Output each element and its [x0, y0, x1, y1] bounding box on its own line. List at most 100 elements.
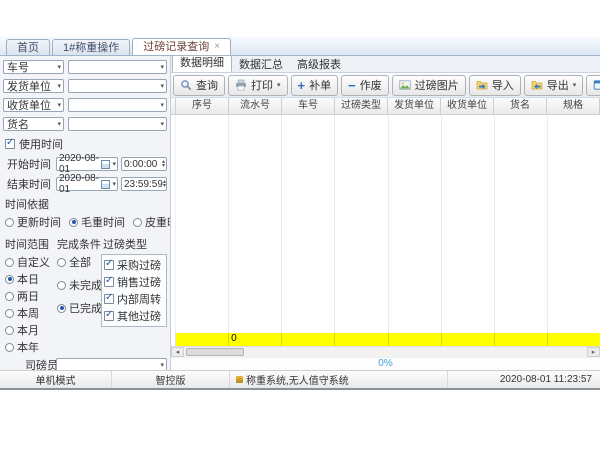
- use-time-label: 使用时间: [19, 136, 63, 152]
- query-filter-panel: 车号 ▾ ▾ 发货单位 ▾ ▾: [0, 56, 171, 370]
- status-system: 称重系统,无人值守系统: [230, 371, 448, 388]
- close-icon[interactable]: ×: [214, 42, 220, 52]
- calendar-icon: [101, 160, 110, 169]
- filter-value-combo[interactable]: ▾: [68, 79, 167, 93]
- checkbox-other-weigh[interactable]: ✓ 其他过磅: [104, 308, 164, 324]
- tab-weighing-record-query[interactable]: 过磅记录查询 ×: [132, 38, 231, 55]
- status-datetime: 2020-08-01 11:23:57: [448, 371, 600, 388]
- checkbox-internal-transfer[interactable]: ✓ 内部周转: [104, 291, 164, 307]
- chevron-down-icon[interactable]: ▾: [277, 82, 281, 89]
- spinner-arrows-icon[interactable]: ▴▾: [163, 180, 166, 188]
- image-icon: [399, 79, 411, 91]
- calendar-icon: [101, 180, 110, 189]
- plus-icon: +: [298, 79, 306, 92]
- filter-field-combo[interactable]: 车号 ▾: [3, 60, 64, 74]
- import-button[interactable]: 导入: [469, 75, 521, 96]
- export-button[interactable]: 导出 ▾: [524, 75, 584, 96]
- filter-field-combo[interactable]: 货名 ▾: [3, 117, 64, 131]
- radio-gross-time[interactable]: 毛重时间: [69, 214, 125, 230]
- weigh-photos-button[interactable]: 过磅图片: [392, 75, 466, 96]
- radio-icon: [5, 326, 14, 335]
- chevron-down-icon: ▾: [160, 102, 164, 109]
- radio-custom-range[interactable]: 自定义: [5, 254, 55, 270]
- radio-this-week[interactable]: 本周: [5, 305, 55, 321]
- scroll-left-icon[interactable]: ◂: [171, 347, 184, 357]
- tab-weighing-operation[interactable]: 1#称重操作: [52, 39, 130, 55]
- import-icon: [476, 79, 488, 91]
- tab-data-detail[interactable]: 数据明细: [172, 55, 232, 72]
- tab-data-summary[interactable]: 数据汇总: [232, 58, 290, 72]
- void-record-button[interactable]: − 作废: [341, 75, 389, 96]
- filter-value-combo[interactable]: ▾: [68, 60, 167, 74]
- tab-advanced-report[interactable]: 高级报表: [290, 58, 348, 72]
- end-date-picker[interactable]: 2020-08-01 ▾: [56, 177, 118, 191]
- column-header-vehicle[interactable]: 车号: [282, 98, 335, 114]
- radio-all[interactable]: 全部: [57, 254, 101, 270]
- weigh-type-column: 过磅类型 ✓ 采购过磅 ✓ 销售过磅 ✓: [101, 233, 167, 355]
- weigher-row: 司磅员 ▾: [3, 357, 167, 370]
- settings-button[interactable]: 设置: [586, 75, 600, 96]
- filter-field-combo[interactable]: 发货单位 ▾: [3, 79, 64, 93]
- radio-icon: [5, 258, 14, 267]
- filter-value-combo[interactable]: ▾: [68, 98, 167, 112]
- filter-field-combo[interactable]: 收货单位 ▾: [3, 98, 64, 112]
- radio-update-time[interactable]: 更新时间: [5, 214, 61, 230]
- start-date-picker[interactable]: 2020-08-01 ▾: [56, 157, 118, 171]
- radio-unfinished[interactable]: 未完成: [57, 277, 101, 293]
- horizontal-scrollbar[interactable]: ◂ ▸: [171, 346, 600, 358]
- radio-icon: [5, 343, 14, 352]
- chevron-down-icon: ▾: [57, 64, 61, 71]
- radio-icon: [5, 309, 14, 318]
- status-edition: 智控版: [112, 371, 230, 388]
- radio-selected-icon: [69, 218, 78, 227]
- column-header-weigh-type[interactable]: 过磅类型: [335, 98, 388, 114]
- radio-finished[interactable]: 已完成: [57, 300, 101, 316]
- search-icon: [180, 79, 192, 91]
- filter-value-combo[interactable]: ▾: [68, 117, 167, 131]
- weigher-combo[interactable]: ▾: [56, 358, 167, 370]
- finish-condition-title: 完成条件: [57, 236, 101, 252]
- data-tabbar: 数据明细 数据汇总 高级报表: [171, 56, 600, 73]
- column-header-shipper[interactable]: 发货单位: [388, 98, 441, 114]
- column-header-receiver[interactable]: 收货单位: [441, 98, 494, 114]
- supplement-order-button[interactable]: + 补单: [291, 75, 339, 96]
- radio-today[interactable]: 本日: [5, 271, 55, 287]
- time-range-title: 时间范围: [5, 236, 55, 252]
- column-header-seq[interactable]: 序号: [176, 98, 229, 114]
- checkbox-sale-weigh[interactable]: ✓ 销售过磅: [104, 274, 164, 290]
- radio-tare-time[interactable]: 皮重时间: [133, 214, 171, 230]
- scrollbar-thumb[interactable]: [186, 348, 244, 356]
- export-icon: [531, 79, 543, 91]
- screenshot-root: 首页 1#称重操作 过磅记录查询 × 车号 ▾: [0, 0, 600, 450]
- column-header-goods[interactable]: 货名: [494, 98, 547, 114]
- scroll-right-icon[interactable]: ▸: [587, 347, 600, 357]
- spinner-arrows-icon[interactable]: ▴▾: [162, 160, 165, 168]
- checkbox-purchase-weigh[interactable]: ✓ 采购过磅: [104, 257, 164, 273]
- column-header-spec[interactable]: 规格: [547, 98, 600, 114]
- filter-columns: 时间范围 自定义 本日 两: [3, 233, 167, 355]
- radio-this-month[interactable]: 本月: [5, 322, 55, 338]
- filter-row-goods: 货名 ▾ ▾: [3, 117, 167, 131]
- chevron-down-icon[interactable]: ▾: [573, 82, 577, 89]
- query-button[interactable]: 查询: [173, 75, 225, 96]
- column-header-serial[interactable]: 流水号: [229, 98, 282, 114]
- chevron-down-icon: ▾: [160, 362, 164, 369]
- app-logo-icon: [236, 376, 243, 383]
- records-grid: 序号 流水号 车号 过磅类型 发货单位 收货单位 货名 规格: [171, 98, 600, 370]
- use-time-checkbox[interactable]: ✓ 使用时间: [5, 136, 167, 152]
- weigher-label: 司磅员: [3, 357, 53, 370]
- chevron-down-icon: ▾: [57, 121, 61, 128]
- radio-two-days[interactable]: 两日: [5, 288, 55, 304]
- radio-this-year[interactable]: 本年: [5, 339, 55, 355]
- grid-summary-row: 0: [171, 333, 600, 346]
- minus-icon: −: [348, 79, 356, 92]
- main-area: 车号 ▾ ▾ 发货单位 ▾ ▾: [0, 56, 600, 370]
- print-button[interactable]: 打印 ▾: [228, 75, 288, 96]
- end-time-spinner[interactable]: 23:59:59 ▴▾: [121, 177, 167, 191]
- start-time-spinner[interactable]: 0:00:00 ▴▾: [121, 157, 167, 171]
- tab-home[interactable]: 首页: [6, 39, 50, 55]
- radio-icon: [5, 292, 14, 301]
- time-basis-group: 更新时间 毛重时间 皮重时间: [5, 214, 167, 230]
- tab-weighing-record-query-label: 过磅记录查询: [143, 40, 209, 54]
- radio-selected-icon: [57, 304, 66, 313]
